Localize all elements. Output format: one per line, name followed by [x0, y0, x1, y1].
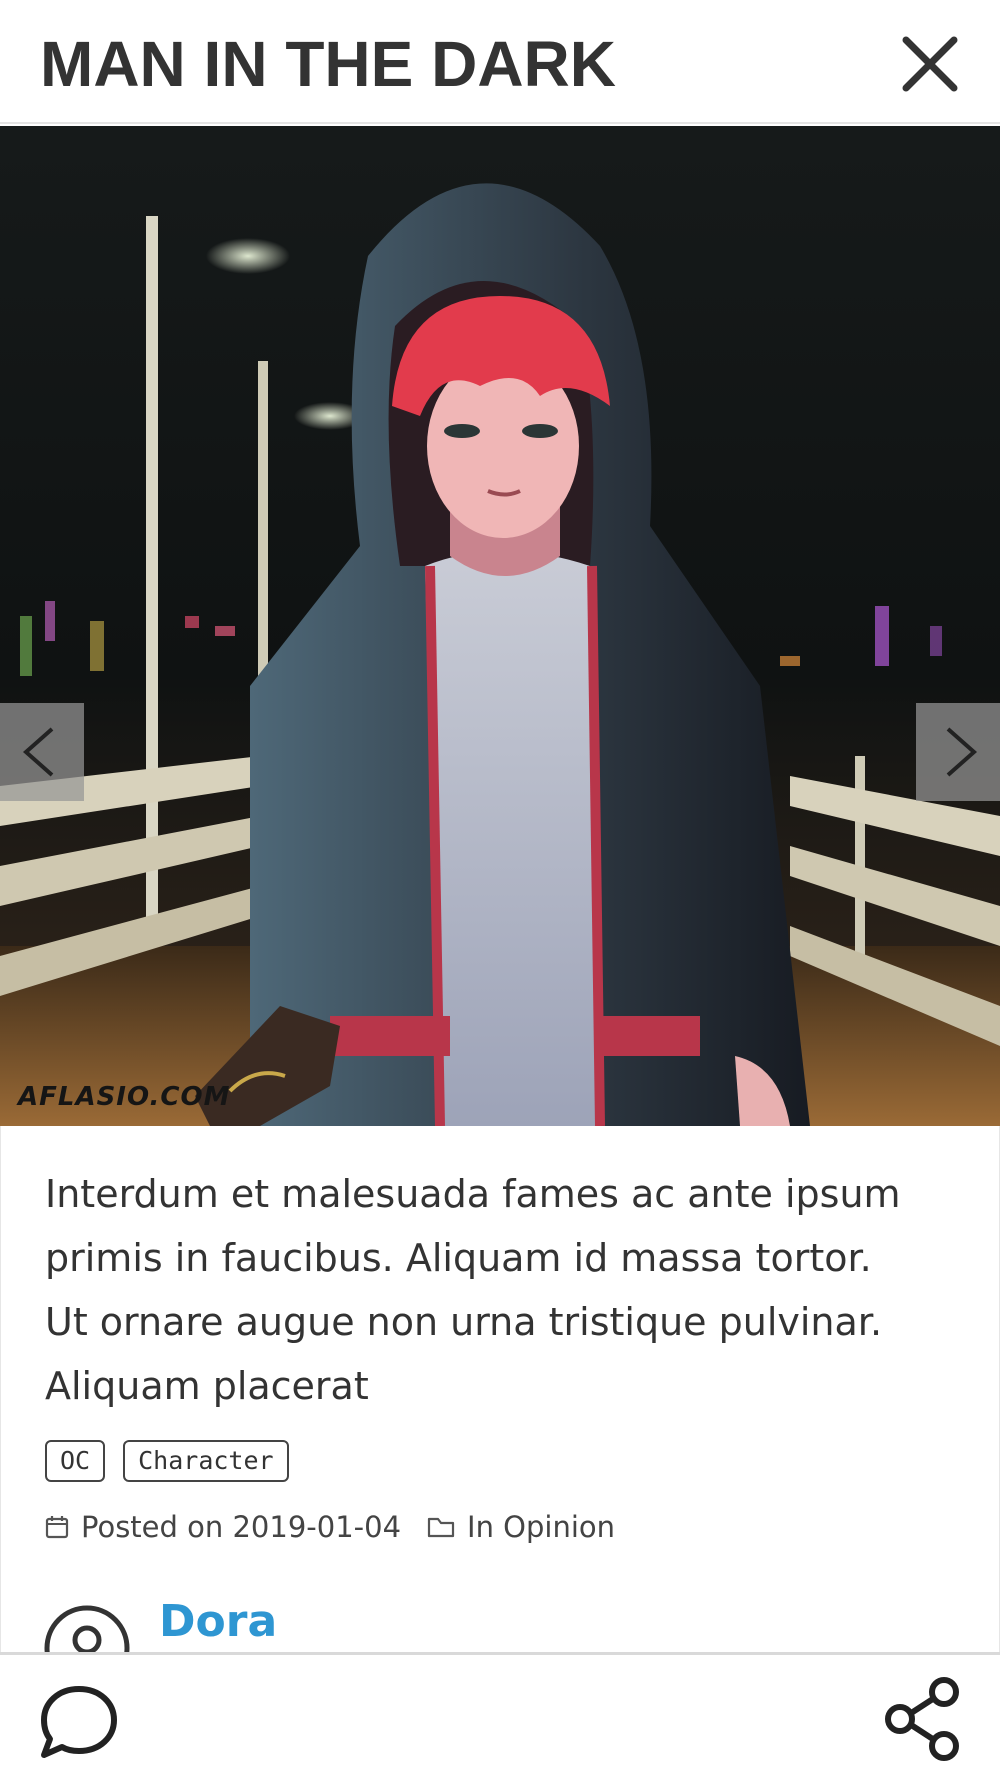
calendar-icon	[45, 1516, 69, 1539]
share-button[interactable]	[882, 1677, 962, 1761]
bottom-action-bar	[0, 1652, 1000, 1779]
post-image[interactable]: AFLASIO.COM	[0, 126, 1000, 1126]
post-title: MAN IN THE DARK	[40, 28, 616, 100]
tag-character[interactable]: Character	[123, 1440, 289, 1482]
close-icon	[902, 36, 958, 92]
watermark: AFLASIO.COM	[18, 1082, 231, 1112]
author-name-link[interactable]: Dora	[159, 1594, 277, 1650]
previous-image-button[interactable]	[0, 703, 84, 801]
post-content: Interdum et malesuada fames ac ante ipsu…	[0, 1126, 1000, 1654]
chevron-left-icon	[22, 727, 54, 777]
folder-icon	[427, 1517, 455, 1538]
tag-oc[interactable]: OC	[45, 1440, 106, 1482]
user-avatar-icon[interactable]	[43, 1604, 131, 1654]
close-button[interactable]	[898, 32, 962, 96]
post-category[interactable]: In Opinion	[467, 1510, 615, 1544]
share-icon	[885, 1677, 959, 1761]
chevron-right-icon	[946, 727, 978, 777]
tag-list: OC Character	[45, 1440, 289, 1482]
author-row: Dora	[43, 1594, 943, 1654]
next-image-button[interactable]	[916, 703, 1000, 801]
post-meta: Posted on 2019-01-04 In Opinion	[45, 1510, 615, 1544]
comment-icon	[41, 1686, 117, 1758]
post-description: Interdum et malesuada fames ac ante ipsu…	[45, 1172, 901, 1408]
posted-date: Posted on 2019-01-04	[81, 1510, 402, 1544]
post-header: MAN IN THE DARK	[0, 0, 1000, 124]
comment-button[interactable]	[38, 1681, 120, 1763]
artwork-illustration	[0, 126, 1000, 1126]
